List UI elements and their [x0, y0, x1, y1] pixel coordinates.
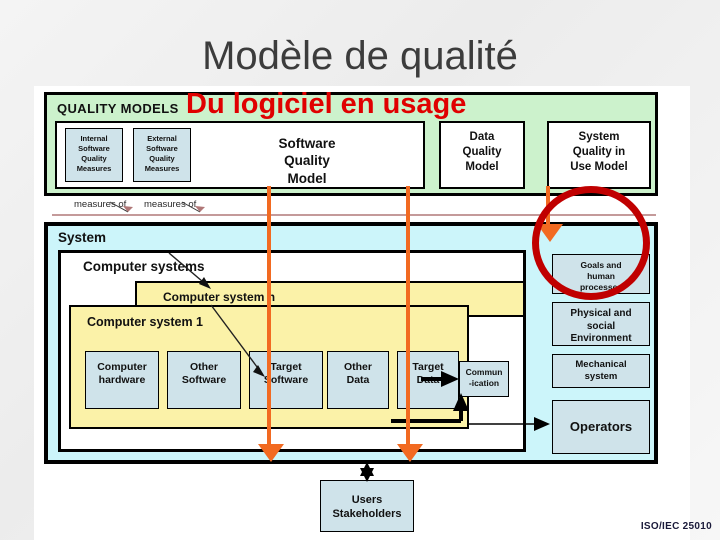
- target-software-box[interactable]: Target Software: [249, 351, 323, 409]
- computer-systems-box: Computer systems Computer system n Compu…: [58, 250, 526, 452]
- page-subtitle: Du logiciel en usage: [186, 88, 467, 120]
- source-caption: ISO/IEC 25010: [640, 521, 712, 532]
- operators-box[interactable]: Operators: [552, 400, 650, 454]
- slide: Modèle de qualité QUALITY MODELS Interna…: [0, 0, 720, 540]
- quality-models-title: QUALITY MODELS: [57, 101, 179, 116]
- system-panel-title: System: [58, 230, 107, 245]
- arrow-head-target-software: [258, 444, 284, 462]
- computer-systems-label: Computer systems: [83, 259, 205, 274]
- computer-system-1-label: Computer system 1: [87, 315, 204, 329]
- software-quality-group: Internal Software Quality Measures External…: [55, 121, 425, 189]
- external-software-quality-measures-box[interactable]: External Software Quality Measures: [133, 128, 191, 182]
- page-title: Modèle de qualité: [202, 34, 518, 78]
- data-quality-model-box[interactable]: Data Quality Model: [439, 121, 525, 189]
- system-quality-in-use-model-box[interactable]: System Quality in Use Model: [547, 121, 651, 189]
- red-circle-annotation: [532, 186, 650, 300]
- arrow-line-software-quality-to-target-software: [267, 186, 271, 448]
- users-stakeholders-box[interactable]: Users Stakeholders: [320, 480, 414, 532]
- software-quality-model-label: Software Quality Model: [278, 136, 336, 186]
- physical-and-social-environment-box[interactable]: Physical and social Environment: [552, 302, 650, 346]
- communication-box[interactable]: Commun -ication: [459, 361, 509, 397]
- measures-of-label-left: measures of: [74, 199, 127, 210]
- quality-model-diagram: QUALITY MODELS Internal Software Quality Me…: [34, 86, 690, 540]
- internal-software-quality-measures-box[interactable]: Internal Software Quality Measures: [65, 128, 123, 182]
- arrow-head-target-data: [397, 444, 423, 462]
- other-data-box[interactable]: Other Data: [327, 351, 389, 409]
- other-software-box[interactable]: Other Software: [167, 351, 241, 409]
- arrow-line-data-quality-to-target-data: [406, 186, 410, 448]
- mechanical-system-box[interactable]: Mechanical system: [552, 354, 650, 388]
- computer-hardware-box[interactable]: Computer hardware: [85, 351, 159, 409]
- measures-of-label-right: measures of: [144, 199, 197, 210]
- computer-system-n-label: Computer system n: [163, 290, 276, 304]
